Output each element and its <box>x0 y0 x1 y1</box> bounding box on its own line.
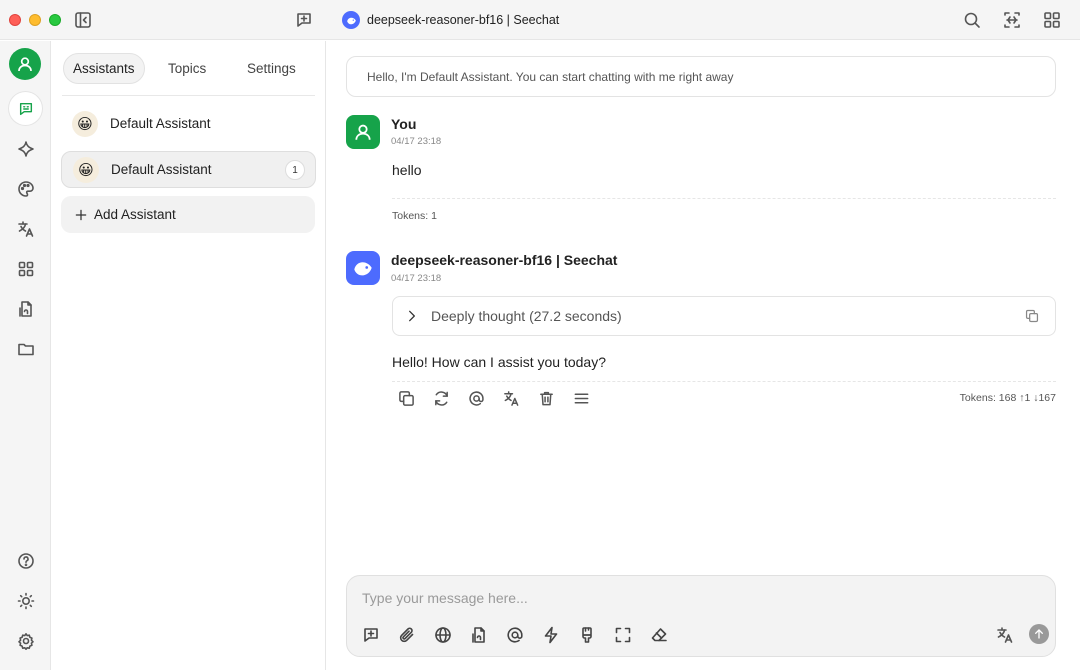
message-tokens: Tokens: 168 ↑1 ↓167 <box>959 392 1056 404</box>
reasoning-collapsible[interactable]: Deeply thought (27.2 seconds) <box>392 296 1056 336</box>
regenerate-icon[interactable] <box>433 390 450 407</box>
assistant-emoji-avatar: 😀 <box>73 156 99 183</box>
model-title-label: deepseek-reasoner-bf16 | Seechat <box>367 13 560 27</box>
navigation-rail <box>0 41 51 670</box>
message-divider <box>392 198 1056 199</box>
mention-model-icon[interactable] <box>506 626 524 644</box>
minimize-window-button[interactable] <box>29 14 41 26</box>
composer-toolbar <box>362 626 668 644</box>
folder-icon[interactable] <box>9 332 42 365</box>
sparkle-agents-icon[interactable] <box>9 132 42 165</box>
arrow-up-icon <box>1035 629 1043 639</box>
files-icon[interactable] <box>9 292 42 325</box>
send-button[interactable] <box>1029 624 1049 644</box>
search-icon[interactable] <box>963 11 981 29</box>
translate-icon[interactable] <box>9 212 42 245</box>
new-topic-icon[interactable] <box>362 626 380 644</box>
user-message-avatar <box>346 115 380 149</box>
model-title[interactable]: deepseek-reasoner-bf16 | Seechat <box>342 11 559 29</box>
message-divider <box>392 381 1056 382</box>
copy-reasoning-icon[interactable] <box>1025 309 1039 323</box>
message-sender: You <box>391 116 417 132</box>
translate-input-icon[interactable] <box>996 626 1014 644</box>
knowledge-base-icon[interactable] <box>470 626 488 644</box>
deepseek-logo-icon <box>342 11 360 29</box>
reasoning-label: Deeply thought (27.2 seconds) <box>431 308 622 324</box>
close-window-button[interactable] <box>9 14 21 26</box>
user-avatar[interactable] <box>9 48 41 80</box>
delete-trash-icon[interactable] <box>538 390 555 407</box>
tab-settings[interactable]: Settings <box>238 53 305 84</box>
message-actions <box>398 390 590 407</box>
message-input[interactable] <box>362 590 1022 606</box>
new-topic-icon[interactable] <box>295 11 313 29</box>
message-composer <box>346 575 1056 657</box>
eraser-icon[interactable] <box>650 626 668 644</box>
tab-topics[interactable]: Topics <box>159 53 215 84</box>
message-timestamp: 04/17 23:18 <box>391 136 442 147</box>
more-menu-icon[interactable] <box>573 390 590 407</box>
assistant-item-selected[interactable]: 😀 Default Assistant 1 <box>61 151 316 188</box>
clear-context-brush-icon[interactable] <box>578 626 596 644</box>
plus-icon <box>74 208 88 222</box>
quick-phrase-lightning-icon[interactable] <box>542 626 560 644</box>
fullscreen-expand-icon[interactable] <box>614 626 632 644</box>
message-timestamp: 04/17 23:18 <box>391 273 442 284</box>
chat-area: Hello, I'm Default Assistant. You can st… <box>326 41 1080 670</box>
help-icon[interactable] <box>9 544 42 577</box>
zoom-window-button[interactable] <box>49 14 61 26</box>
tab-assistants[interactable]: Assistants <box>63 53 145 84</box>
add-assistant-label: Add Assistant <box>94 207 176 222</box>
web-search-globe-icon[interactable] <box>434 626 452 644</box>
topic-count-badge: 1 <box>285 160 305 180</box>
layout-toggle-icon[interactable] <box>1003 11 1021 29</box>
deepseek-avatar-icon <box>346 251 380 285</box>
palette-icon[interactable] <box>9 172 42 205</box>
assistant-name: Default Assistant <box>111 162 212 177</box>
assistant-prompt-notice[interactable]: Hello, I'm Default Assistant. You can st… <box>346 56 1056 97</box>
settings-gear-icon[interactable] <box>9 624 42 657</box>
toggle-sidebar-icon[interactable] <box>74 11 92 29</box>
theme-sun-icon[interactable] <box>9 584 42 617</box>
message-tokens: Tokens: 1 <box>392 210 437 222</box>
assistant-name: Default Assistant <box>110 116 211 131</box>
apps-icon[interactable] <box>9 252 42 285</box>
translate-message-icon[interactable] <box>503 390 520 407</box>
copy-icon[interactable] <box>398 390 415 407</box>
chevron-right-icon <box>405 309 419 323</box>
apps-grid-icon[interactable] <box>1043 11 1061 29</box>
message-sender: deepseek-reasoner-bf16 | Seechat <box>391 252 618 268</box>
add-assistant-button[interactable]: Add Assistant <box>61 196 315 233</box>
message-text: Hello! How can I assist you today? <box>392 354 606 370</box>
mention-icon[interactable] <box>468 390 485 407</box>
title-bar: deepseek-reasoner-bf16 | Seechat <box>0 0 1080 40</box>
message-text: hello <box>392 162 422 178</box>
assistant-emoji-avatar: 😀 <box>72 110 98 137</box>
chat-nav-icon[interactable] <box>9 92 42 125</box>
panel-tabs: Assistants Topics Settings <box>62 53 315 96</box>
attachment-paperclip-icon[interactable] <box>398 626 416 644</box>
assistant-item[interactable]: 😀 Default Assistant <box>61 105 316 142</box>
assistants-panel: Assistants Topics Settings 😀 Default Ass… <box>51 41 326 670</box>
